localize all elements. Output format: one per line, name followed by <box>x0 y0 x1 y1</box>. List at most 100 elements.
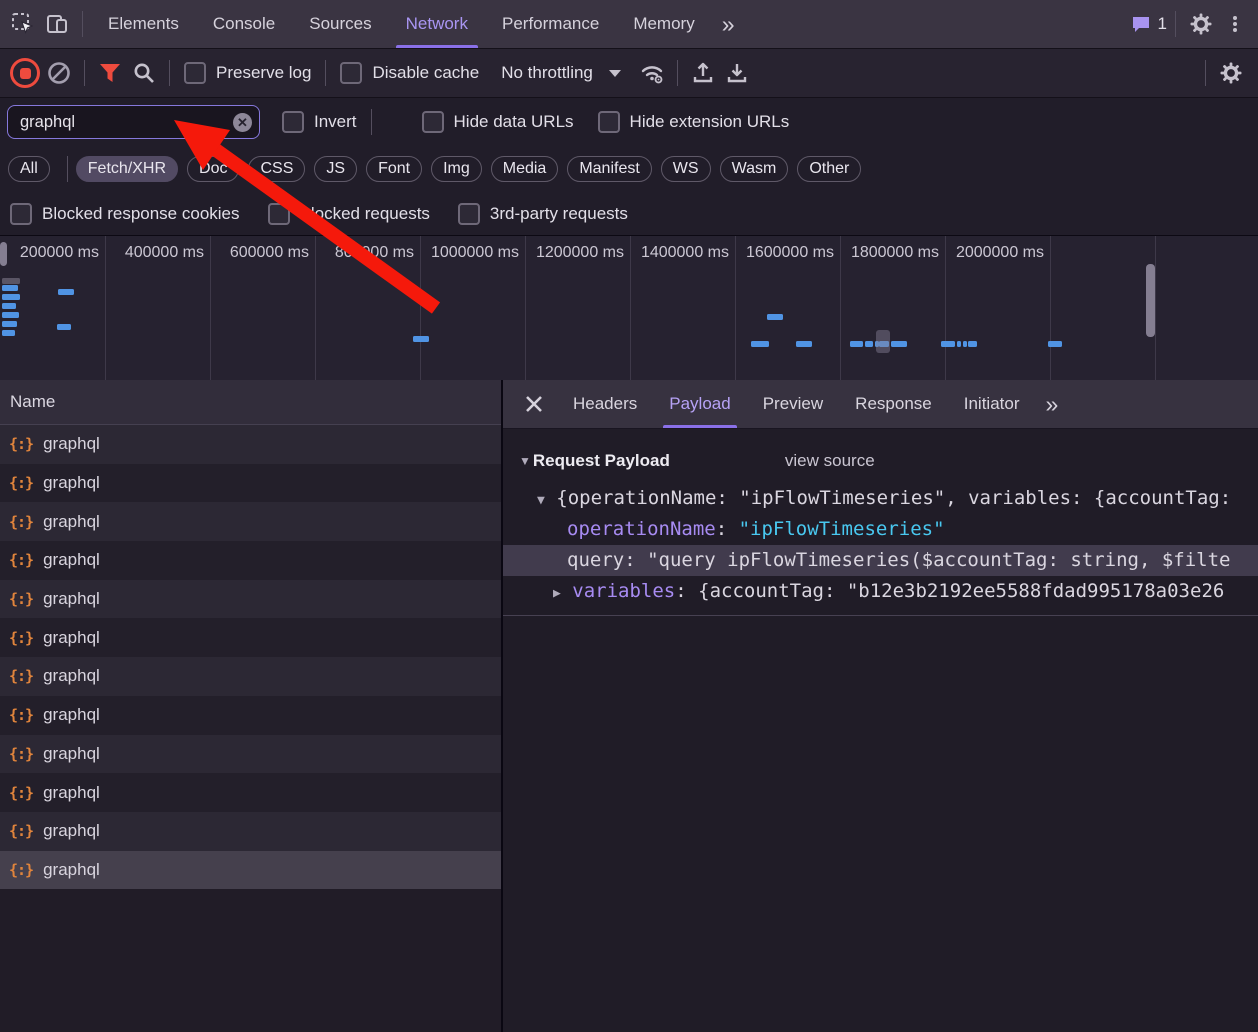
payload-query-line[interactable]: query: "query ipFlowTimeseries($accountT… <box>503 545 1258 576</box>
type-chip-all[interactable]: All <box>8 156 50 182</box>
expand-triangle-icon[interactable]: ▶ <box>553 586 561 601</box>
blocked-response-cookies-checkbox[interactable] <box>10 203 32 225</box>
divider <box>67 156 68 182</box>
invert-checkbox[interactable] <box>282 111 304 133</box>
tab-performance[interactable]: Performance <box>485 0 616 48</box>
record-network-log-button[interactable] <box>8 56 42 90</box>
type-chip-js[interactable]: JS <box>314 156 357 182</box>
detail-tab-headers[interactable]: Headers <box>557 380 653 428</box>
payload-variables-line[interactable]: ▶ variables: {accountTag: "b12e3b2192ee5… <box>503 576 1258 607</box>
request-row[interactable]: {:}graphql <box>0 773 501 812</box>
request-name: graphql <box>43 589 100 609</box>
tab-memory[interactable]: Memory <box>616 0 711 48</box>
network-overview-timeline[interactable]: 200000 ms400000 ms600000 ms800000 ms1000… <box>0 235 1258 384</box>
request-row[interactable]: {:}graphql <box>0 735 501 774</box>
hide-extension-urls-label: Hide extension URLs <box>630 112 790 132</box>
detail-tab-response[interactable]: Response <box>839 380 948 428</box>
request-timing-bar <box>796 341 812 347</box>
detail-tab-payload[interactable]: Payload <box>653 380 746 428</box>
tab-sources[interactable]: Sources <box>292 0 388 48</box>
device-toolbar-button[interactable] <box>40 7 74 41</box>
type-chip-wasm[interactable]: Wasm <box>720 156 789 182</box>
request-row[interactable]: {:}graphql <box>0 425 501 464</box>
throttling-select[interactable]: No throttling <box>501 63 635 83</box>
export-har-button[interactable] <box>720 56 754 90</box>
payload-summary-line[interactable]: ▼ {operationName: "ipFlowTimeseries", va… <box>503 483 1258 514</box>
gear-icon <box>1219 61 1243 85</box>
overview-right-grip[interactable] <box>1146 264 1155 337</box>
request-row[interactable]: {:}graphql <box>0 464 501 503</box>
panel-tabs: ElementsConsoleSourcesNetworkPerformance… <box>91 0 712 48</box>
collapse-triangle-icon[interactable]: ▼ <box>519 454 531 468</box>
clear-network-log-button[interactable] <box>42 56 76 90</box>
network-settings-button[interactable] <box>1214 56 1248 90</box>
request-timing-bar <box>58 289 74 295</box>
inspect-element-button[interactable] <box>6 7 40 41</box>
preserve-log-checkbox[interactable] <box>184 62 206 84</box>
type-chip-css[interactable]: CSS <box>248 156 305 182</box>
clear-filter-icon[interactable]: ✕ <box>233 113 252 132</box>
network-conditions-button[interactable] <box>635 56 669 90</box>
third-party-requests-checkbox[interactable] <box>458 203 480 225</box>
fetch-xhr-icon: {:} <box>9 590 33 608</box>
type-chip-other[interactable]: Other <box>797 156 861 182</box>
request-timing-bar <box>891 341 907 347</box>
issues-bubble-icon <box>1131 14 1151 34</box>
issues-button[interactable]: 1 <box>1131 7 1167 41</box>
hide-data-urls-checkbox[interactable] <box>422 111 444 133</box>
type-chip-doc[interactable]: Doc <box>187 156 239 182</box>
expand-triangle-icon[interactable]: ▼ <box>537 493 545 508</box>
blocked-requests-label: Blocked requests <box>300 204 430 224</box>
three-dots-icon <box>1225 14 1245 34</box>
more-tabs-button[interactable]: » <box>712 2 745 46</box>
detail-tab-preview[interactable]: Preview <box>747 380 839 428</box>
clear-icon <box>47 61 71 85</box>
request-name: graphql <box>43 744 100 764</box>
tab-elements[interactable]: Elements <box>91 0 196 48</box>
menu-button[interactable] <box>1218 7 1252 41</box>
filter-input[interactable] <box>7 105 260 139</box>
more-detail-tabs-button[interactable]: » <box>1035 382 1068 426</box>
request-timing-bar <box>2 278 20 284</box>
request-row[interactable]: {:}graphql <box>0 502 501 541</box>
import-har-button[interactable] <box>686 56 720 90</box>
disable-cache-checkbox[interactable] <box>340 62 362 84</box>
request-timing-bar <box>963 341 967 347</box>
request-row[interactable]: {:}graphql <box>0 696 501 735</box>
type-chip-fetch-xhr[interactable]: Fetch/XHR <box>76 156 178 182</box>
hide-extension-urls-checkbox[interactable] <box>598 111 620 133</box>
request-row[interactable]: {:}graphql <box>0 657 501 696</box>
fetch-xhr-icon: {:} <box>9 474 33 492</box>
request-row[interactable]: {:}graphql <box>0 851 501 890</box>
divider <box>169 60 170 86</box>
request-timing-bar <box>767 314 783 320</box>
close-detail-button[interactable] <box>517 387 551 421</box>
filter-toggle-button[interactable] <box>93 56 127 90</box>
request-row[interactable]: {:}graphql <box>0 541 501 580</box>
detail-tab-initiator[interactable]: Initiator <box>948 380 1036 428</box>
request-row[interactable]: {:}graphql <box>0 812 501 851</box>
overview-left-grip[interactable] <box>0 242 7 266</box>
request-row[interactable]: {:}graphql <box>0 618 501 657</box>
type-chip-ws[interactable]: WS <box>661 156 711 182</box>
issues-count: 1 <box>1158 14 1167 34</box>
ruler-gridline <box>210 236 211 382</box>
fetch-xhr-icon: {:} <box>9 706 33 724</box>
blocked-requests-checkbox[interactable] <box>268 203 290 225</box>
request-row[interactable]: {:} graphql <box>0 580 501 619</box>
disable-cache-label: Disable cache <box>372 63 479 83</box>
settings-button[interactable] <box>1184 7 1218 41</box>
divider <box>1205 60 1206 86</box>
type-chip-manifest[interactable]: Manifest <box>567 156 651 182</box>
view-source-link[interactable]: view source <box>785 451 875 471</box>
type-chip-img[interactable]: Img <box>431 156 482 182</box>
type-chip-media[interactable]: Media <box>491 156 559 182</box>
search-icon <box>133 62 155 84</box>
name-column-header[interactable]: Name <box>0 380 501 425</box>
tab-console[interactable]: Console <box>196 0 292 48</box>
search-button[interactable] <box>127 56 161 90</box>
invert-label: Invert <box>314 112 357 132</box>
tab-network[interactable]: Network <box>389 0 485 48</box>
type-chip-font[interactable]: Font <box>366 156 422 182</box>
ruler-label: 600000 ms <box>230 244 309 262</box>
